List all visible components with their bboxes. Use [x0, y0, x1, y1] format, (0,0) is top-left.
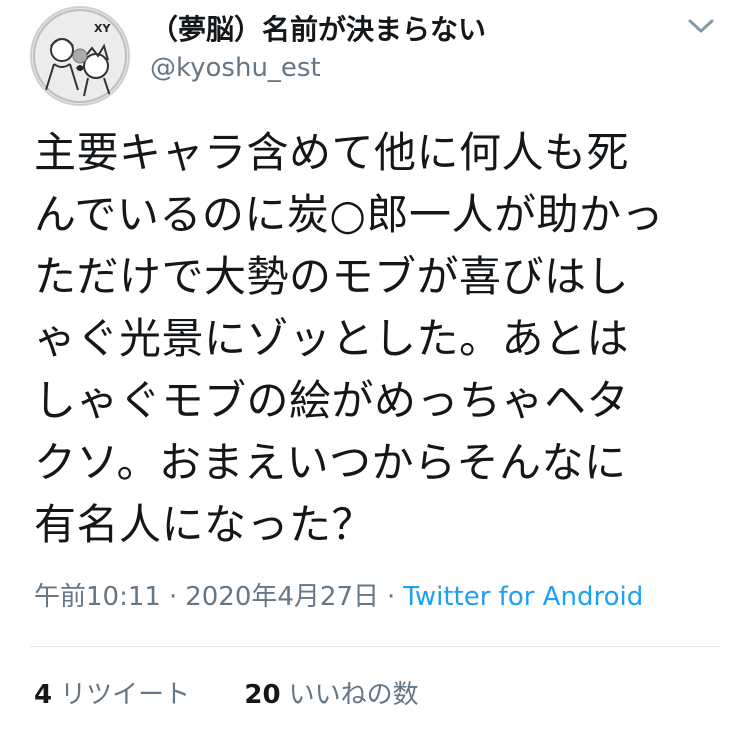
- tweet-stats: 4 リツイート 20 いいねの数: [34, 678, 419, 712]
- tweet-time[interactable]: 午前10:11: [34, 582, 161, 612]
- divider: [30, 646, 720, 647]
- tweet-date[interactable]: 2020年4月27日: [185, 582, 379, 612]
- likes-label: いいねの数: [288, 680, 419, 710]
- meta-separator: ·: [387, 582, 396, 612]
- chevron-down-icon: [688, 19, 714, 33]
- likes-count: 20: [244, 680, 281, 710]
- tweet-meta: 午前10:11 · 2020年4月27日 · Twitter for Android: [34, 580, 643, 614]
- tweet-menu-button[interactable]: [686, 14, 716, 38]
- avatar[interactable]: XY: [30, 6, 130, 106]
- meta-separator: ·: [168, 582, 178, 612]
- tweet-text: 主要キャラ含めて他に何人も死 んでいるのに炭○郎一人が助かっ ただけで大勢のモブ…: [34, 128, 665, 549]
- user-handle[interactable]: @kyoshu_est: [150, 52, 321, 84]
- retweets-count: 4: [34, 680, 53, 710]
- likes-stat[interactable]: 20 いいねの数: [244, 678, 418, 712]
- tweet-source-link[interactable]: Twitter for Android: [403, 582, 643, 612]
- retweets-stat[interactable]: 4 リツイート: [34, 678, 190, 712]
- user-display-name[interactable]: （夢脳）名前が決まらない: [150, 12, 486, 48]
- avatar-illustration-icon: XY: [33, 9, 127, 103]
- avatar-text: XY: [94, 22, 111, 35]
- retweets-label: リツイート: [60, 680, 191, 710]
